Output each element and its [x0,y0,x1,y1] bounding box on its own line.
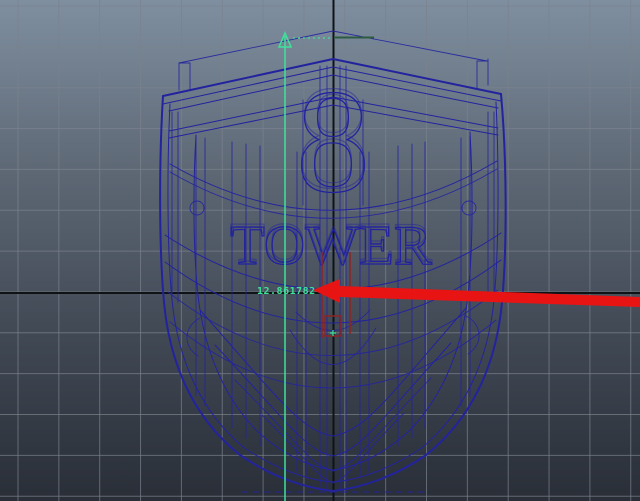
viewport-canvas[interactable]: 8 8 TOWER TOWER 12.861782 [0,0,640,501]
distance-readout: 12.861782 [257,286,316,297]
badge-number[interactable]: 8 [295,59,370,224]
badge-word[interactable]: TOWER [229,214,433,277]
viewport[interactable]: 8 8 TOWER TOWER 12.861782 [0,0,640,501]
